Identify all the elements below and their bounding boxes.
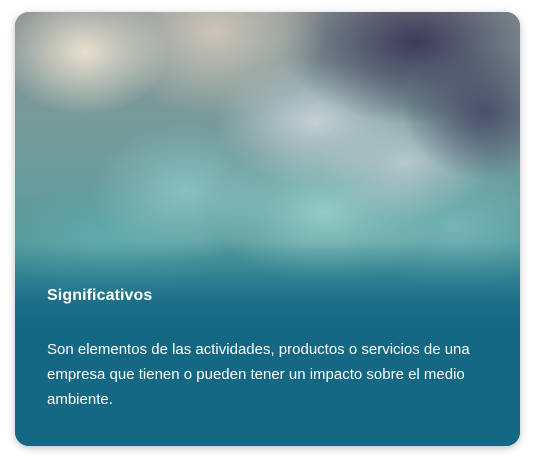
info-card: Significativos Son elementos de las acti… bbox=[15, 12, 520, 446]
card-description: Son elementos de las actividades, produc… bbox=[47, 341, 470, 408]
card-title: Significativos bbox=[47, 287, 153, 304]
